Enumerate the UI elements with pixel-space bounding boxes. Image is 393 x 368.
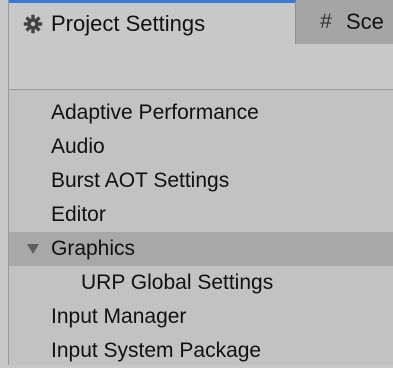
settings-item-urp-global-settings[interactable]: URP Global Settings bbox=[9, 266, 393, 300]
settings-item-adaptive-performance[interactable]: Adaptive Performance bbox=[9, 96, 393, 130]
settings-category-list: Adaptive Performance Audio Burst AOT Set… bbox=[9, 96, 393, 368]
tab-scene[interactable]: # Sce bbox=[296, 0, 393, 44]
settings-item-label: Audio bbox=[51, 135, 105, 158]
expand-arrow-icon[interactable] bbox=[27, 244, 39, 254]
settings-item-input-system-package[interactable]: Input System Package bbox=[9, 334, 393, 368]
settings-item-label: Adaptive Performance bbox=[51, 101, 259, 124]
settings-item-label: Input System Package bbox=[51, 339, 262, 362]
settings-item-label: URP Global Settings bbox=[81, 271, 274, 294]
settings-item-graphics[interactable]: Graphics bbox=[9, 232, 393, 266]
settings-item-label: Input Manager bbox=[51, 305, 187, 328]
project-settings-window: Project Settings # Sce Adaptive Performa… bbox=[8, 0, 393, 365]
settings-item-label: Burst AOT Settings bbox=[51, 169, 230, 192]
settings-item-burst-aot-settings[interactable]: Burst AOT Settings bbox=[9, 164, 393, 198]
tab-label: Project Settings bbox=[51, 11, 206, 36]
settings-item-label: Editor bbox=[51, 203, 106, 226]
tab-bar: Project Settings # Sce bbox=[9, 0, 393, 45]
gear-icon bbox=[23, 14, 43, 34]
settings-item-audio[interactable]: Audio bbox=[9, 130, 393, 164]
settings-item-label: Graphics bbox=[51, 237, 136, 260]
tab-label: Sce bbox=[346, 9, 384, 34]
settings-item-editor[interactable]: Editor bbox=[9, 198, 393, 232]
settings-item-input-manager[interactable]: Input Manager bbox=[9, 300, 393, 334]
tab-project-settings[interactable]: Project Settings bbox=[9, 0, 296, 45]
settings-toolbar bbox=[9, 44, 393, 90]
hash-icon: # bbox=[320, 10, 332, 33]
